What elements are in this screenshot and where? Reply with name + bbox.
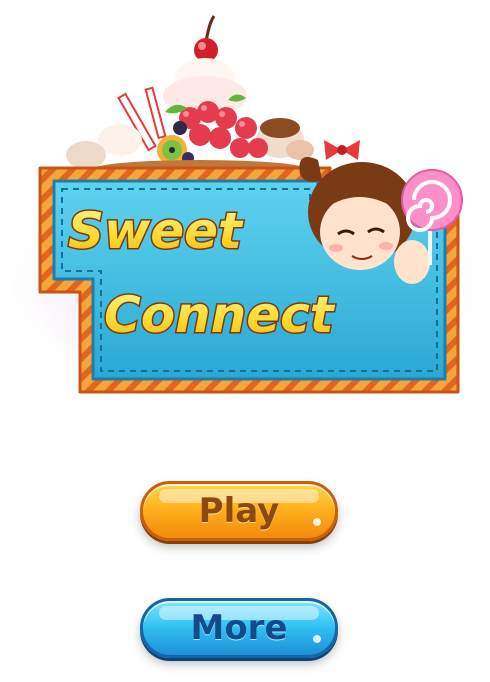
play-button-label: Play — [198, 491, 280, 531]
play-button[interactable]: Play — [140, 481, 338, 541]
game-logo: Sweet Connect — [0, 0, 490, 400]
button-sparkle — [313, 635, 321, 643]
logo-title-line2: Connect — [104, 286, 336, 344]
logo-artwork: Sweet Connect — [10, 15, 480, 400]
logo-title-line1: Sweet — [68, 202, 244, 260]
button-sparkle — [313, 518, 321, 526]
dessert-pile-image — [66, 15, 314, 180]
more-button[interactable]: More — [140, 598, 338, 658]
more-button-label: More — [190, 608, 288, 648]
